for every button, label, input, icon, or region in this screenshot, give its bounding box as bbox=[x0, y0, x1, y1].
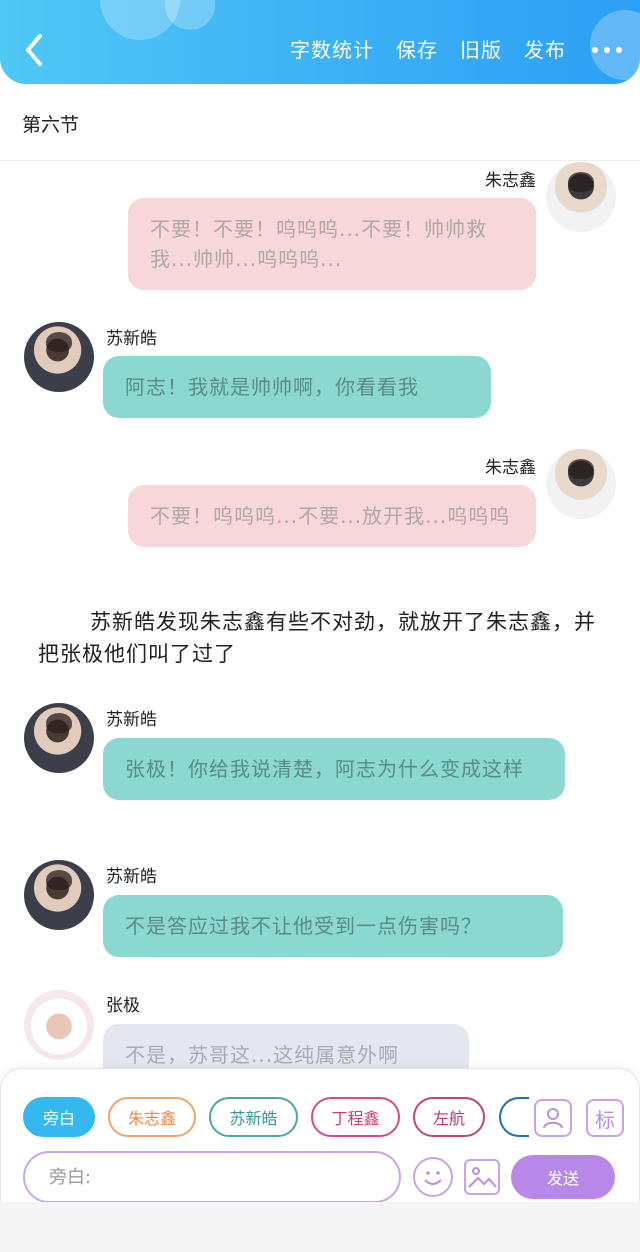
message-bubble[interactable]: 阿志！我就是帅帅啊，你看看我 bbox=[103, 356, 491, 418]
role-chip-ding-chengxin[interactable]: 丁程鑫 bbox=[311, 1097, 400, 1137]
speaker-name: 张极 bbox=[106, 996, 140, 1016]
header-actions: 字数统计 保存 旧版 发布 bbox=[268, 34, 622, 63]
word-count-button[interactable]: 字数统计 bbox=[290, 34, 374, 63]
old-version-button[interactable]: 旧版 bbox=[460, 34, 502, 63]
avatar-su-xinhao[interactable] bbox=[24, 860, 94, 930]
speaker-name: 苏新皓 bbox=[106, 867, 157, 887]
avatar-hair bbox=[568, 172, 594, 192]
avatar-zhang-ji[interactable] bbox=[24, 990, 94, 1060]
message-bubble[interactable]: 不要！不要！呜呜呜...不要！帅帅救我...帅帅...呜呜呜... bbox=[128, 198, 536, 290]
role-chip-su-xinhao[interactable]: 苏新皓 bbox=[209, 1097, 298, 1137]
avatar-zhu-zhixin[interactable] bbox=[546, 449, 616, 519]
more-dot bbox=[604, 46, 610, 53]
contacts-button[interactable] bbox=[534, 1099, 572, 1137]
message-bubble[interactable]: 不要！呜呜呜...不要...放开我...呜呜呜 bbox=[128, 485, 536, 547]
role-chip-zuo-hang[interactable]: 左航 bbox=[413, 1097, 485, 1137]
speaker-name: 苏新皓 bbox=[106, 710, 157, 730]
role-chip-partial[interactable] bbox=[499, 1097, 529, 1137]
composer-panel: 旁白 朱志鑫 苏新皓 丁程鑫 左航 标 发送 bbox=[0, 1068, 640, 1203]
message-input[interactable] bbox=[23, 1151, 401, 1203]
role-chip-zhu-zhixin[interactable]: 朱志鑫 bbox=[108, 1097, 196, 1137]
message-bubble[interactable]: 不是答应过我不让他受到一点伤害吗？ bbox=[103, 895, 563, 957]
avatar-su-xinhao[interactable] bbox=[24, 703, 94, 773]
top-bar: 字数统计 保存 旧版 发布 bbox=[0, 0, 640, 84]
avatar-hair bbox=[46, 870, 72, 890]
decor-bubble bbox=[165, 0, 215, 30]
speaker-name: 朱志鑫 bbox=[485, 458, 536, 478]
more-horizontal-icon bbox=[592, 46, 598, 53]
send-button[interactable]: 发送 bbox=[511, 1155, 615, 1199]
publish-button[interactable]: 发布 bbox=[524, 34, 566, 63]
chevron-left-icon bbox=[26, 34, 42, 66]
more-button[interactable] bbox=[592, 45, 622, 53]
section-title: 第六节 bbox=[22, 114, 80, 136]
image-button[interactable] bbox=[464, 1159, 500, 1195]
mark-button[interactable]: 标 bbox=[586, 1099, 624, 1137]
emoji-button[interactable] bbox=[413, 1157, 453, 1197]
bottom-strip bbox=[0, 1202, 640, 1252]
person-card-icon bbox=[543, 1108, 563, 1129]
speaker-name: 朱志鑫 bbox=[485, 171, 536, 191]
narration-text[interactable]: 苏新皓发现朱志鑫有些不对劲，就放开了朱志鑫，并把张极他们叫了过了 bbox=[38, 606, 598, 670]
role-chip-narration[interactable]: 旁白 bbox=[23, 1097, 95, 1137]
speaker-name: 苏新皓 bbox=[106, 329, 157, 349]
message-bubble[interactable]: 张极！你给我说清楚，阿志为什么变成这样 bbox=[103, 738, 565, 800]
avatar-su-xinhao[interactable] bbox=[24, 322, 94, 392]
more-dot bbox=[616, 46, 622, 53]
avatar-zhu-zhixin[interactable] bbox=[546, 162, 616, 232]
image-icon bbox=[468, 1167, 497, 1188]
back-button[interactable] bbox=[20, 30, 50, 70]
avatar-hair bbox=[568, 459, 594, 479]
avatar-hair bbox=[46, 713, 72, 733]
avatar-hair bbox=[46, 332, 72, 352]
smiley-icon bbox=[424, 1171, 442, 1185]
save-button[interactable]: 保存 bbox=[396, 34, 438, 63]
mark-label: 标 bbox=[595, 1107, 615, 1132]
divider bbox=[0, 160, 640, 161]
